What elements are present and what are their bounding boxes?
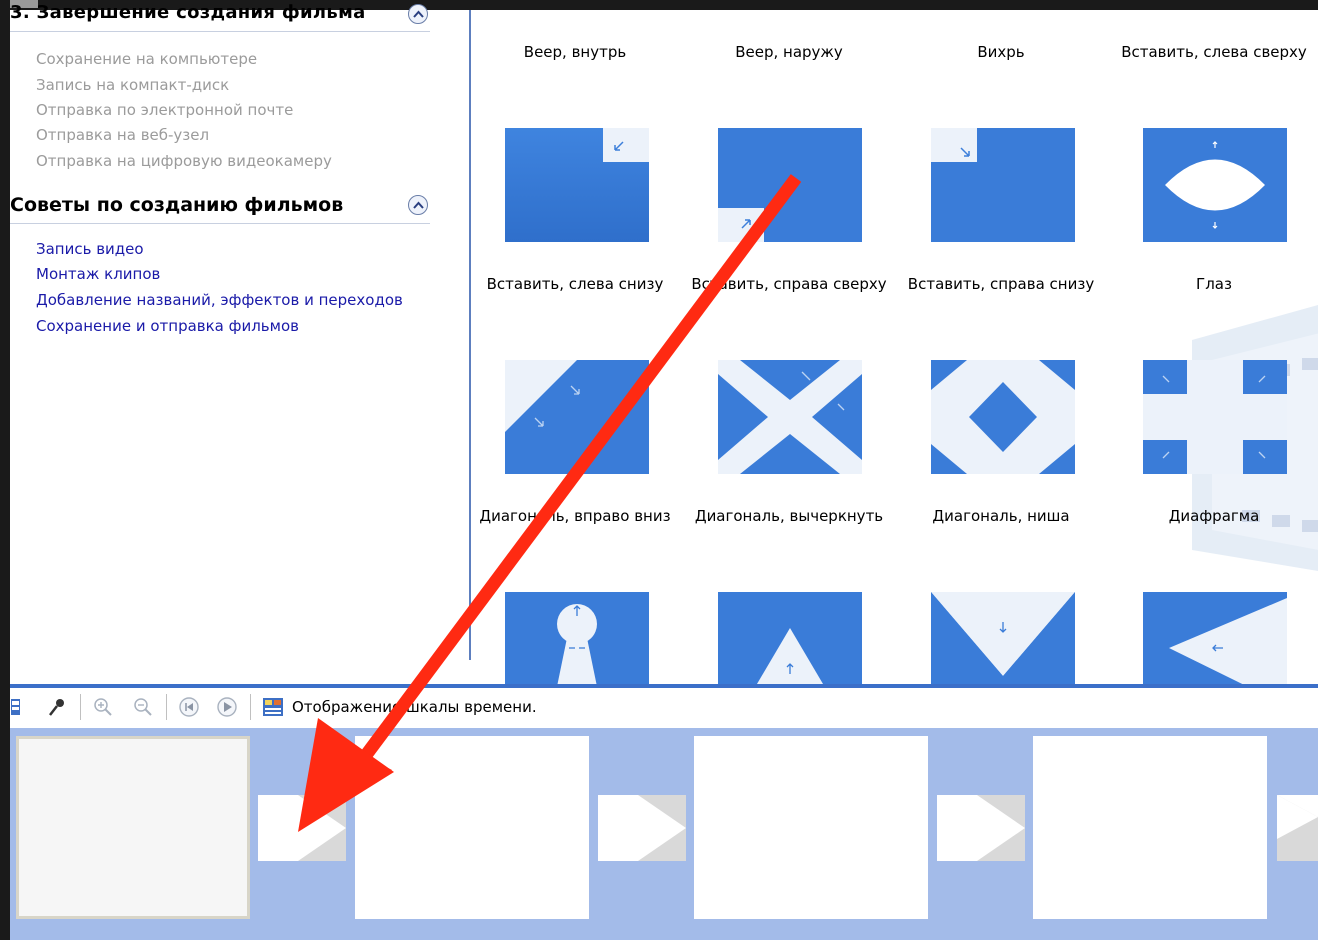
transition-slot-icon[interactable] [258,795,346,861]
transition-label: Вставить, слева снизу [486,275,664,293]
transition-label: Вставить, справа сверху [691,275,887,293]
task-save-to-computer[interactable]: Сохранение на компьютере [36,50,257,68]
transition-label: Глаз [1196,275,1232,293]
zoom-in-icon[interactable] [92,696,114,718]
storyboard-clip-slot[interactable] [694,736,928,919]
transition-label: Диагональ, вычеркнуть [694,507,884,525]
storyboard-view-icon[interactable] [10,696,32,718]
transition-eye-icon[interactable] [1143,128,1287,242]
section-underline [10,31,430,32]
transition-iris-icon[interactable] [1143,360,1287,474]
transition-v-down-icon[interactable] [931,592,1075,686]
transition-triangle-up-icon[interactable] [718,592,862,686]
transition-label: Диагональ, ниша [932,507,1070,525]
section-tips-header[interactable]: Советы по созданию фильмов [10,194,430,224]
window-left-border [0,0,10,940]
task-send-web[interactable]: Отправка на веб-узел [36,126,209,144]
transition-diagonal-down-right-icon[interactable] [505,360,649,474]
transition-slot-icon[interactable] [937,795,1025,861]
transition-label: Вставить, слева сверху [1121,43,1307,61]
toolbar-separator [166,694,167,720]
transition-slot-icon[interactable] [598,795,686,861]
pane-divider[interactable] [469,10,471,660]
storyboard-clip-slot[interactable] [1033,736,1267,919]
tip-record-video[interactable]: Запись видео [36,240,144,258]
transition-keyhole-icon[interactable] [505,592,649,686]
movie-tasks-pane: 3. Завершение создания фильма Сохранение… [10,2,470,686]
transition-insert-top-right-icon[interactable] [718,128,862,242]
task-send-email[interactable]: Отправка по электронной почте [36,101,293,119]
transition-label: Вихрь [977,43,1025,61]
tip-add-titles-effects[interactable]: Добавление названий, эффектов и переходо… [36,291,403,309]
toolbar-separator [80,694,81,720]
storyboard-toolbar: Отображение шкалы времени. [10,688,1318,728]
show-timeline-button[interactable]: Отображение шкалы времени. [292,698,537,716]
transitions-collection: Веер, внутрь Веер, наружу Вихрь Вставить… [472,10,1318,686]
section-tips-title: Советы по созданию фильмов [10,194,344,216]
toolbar-separator [250,694,251,720]
transition-label: Диафрагма [1168,507,1260,525]
storyboard-clip-slot[interactable] [355,736,589,919]
narrate-microphone-icon[interactable] [46,696,68,718]
task-burn-cd[interactable]: Запись на компакт-диск [36,76,229,94]
transition-diagonal-niche-icon[interactable] [931,360,1075,474]
play-icon[interactable] [216,696,238,718]
task-send-camera[interactable]: Отправка на цифровую видеокамеру [36,152,332,170]
section-underline [10,223,430,224]
transition-label: Диагональ, вправо вниз [479,507,671,525]
transition-insert-bottom-left-icon[interactable] [505,128,649,242]
tip-save-send[interactable]: Сохранение и отправка фильмов [36,317,299,335]
transition-label: Вставить, справа снизу [907,275,1095,293]
rewind-icon[interactable] [178,696,200,718]
transition-label: Веер, наружу [735,43,843,61]
zoom-out-icon[interactable] [132,696,154,718]
storyboard [10,728,1318,940]
transition-diagonal-cross-out-icon[interactable] [718,360,862,474]
transition-insert-bottom-right-icon[interactable] [931,128,1075,242]
collapse-finish-icon[interactable] [408,4,428,24]
transition-wedge-left-icon[interactable] [1143,592,1287,686]
tip-edit-clips[interactable]: Монтаж клипов [36,265,160,283]
section-finish-movie-title: 3. Завершение создания фильма [10,2,366,23]
show-timeline-icon[interactable] [262,696,284,718]
storyboard-clip-slot[interactable] [16,736,250,919]
transition-label: Веер, внутрь [523,43,627,61]
collapse-tips-icon[interactable] [408,195,428,215]
section-finish-movie-header[interactable]: 3. Завершение создания фильма [10,2,430,32]
transition-slot-icon[interactable] [1277,795,1318,861]
